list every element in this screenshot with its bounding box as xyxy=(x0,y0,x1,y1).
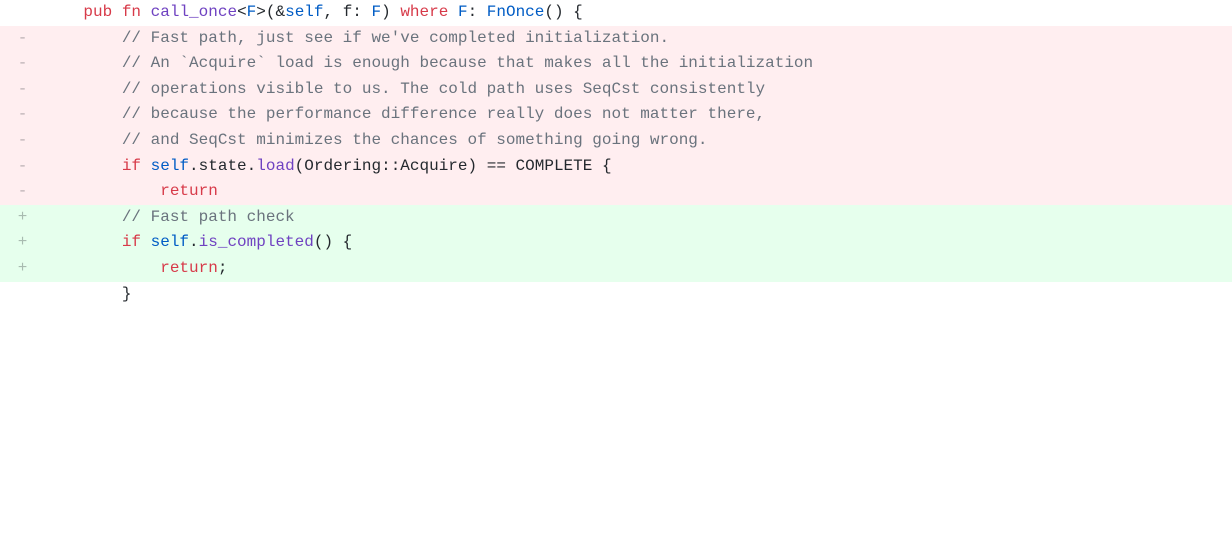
diff-marker: - xyxy=(0,154,45,180)
code-token: . xyxy=(189,233,199,251)
diff-marker: - xyxy=(0,77,45,103)
code-token: Ordering xyxy=(304,157,381,175)
code-token: () { xyxy=(544,3,582,21)
code-content[interactable]: if self.state.load(Ordering::Acquire) ==… xyxy=(45,154,1232,180)
code-token: // and SeqCst minimizes the chances of s… xyxy=(122,131,708,149)
code-token xyxy=(448,3,458,21)
code-content[interactable]: // and SeqCst minimizes the chances of s… xyxy=(45,128,1232,154)
code-token: . xyxy=(247,157,257,175)
diff-marker: - xyxy=(0,128,45,154)
diff-line[interactable]: - // operations visible to us. The cold … xyxy=(0,77,1232,103)
code-content[interactable]: } xyxy=(45,282,1232,308)
code-token: // Fast path, just see if we've complete… xyxy=(122,29,669,47)
diff-marker: + xyxy=(0,256,45,282)
code-token: if xyxy=(122,157,141,175)
code-token: () { xyxy=(314,233,352,251)
code-token xyxy=(112,3,122,21)
diff-marker xyxy=(0,282,45,308)
diff-marker: + xyxy=(0,230,45,256)
code-token: load xyxy=(256,157,294,175)
code-token: if xyxy=(122,233,141,251)
code-token: F xyxy=(372,3,382,21)
code-content[interactable]: if self.is_completed() { xyxy=(45,230,1232,256)
diff-marker xyxy=(0,0,45,26)
diff-line[interactable]: - // and SeqCst minimizes the chances of… xyxy=(0,128,1232,154)
code-token: ; xyxy=(218,259,228,277)
code-token: return xyxy=(160,182,218,200)
code-token: call_once xyxy=(151,3,237,21)
code-token: F xyxy=(458,3,468,21)
code-token: :: xyxy=(381,157,400,175)
code-token: : xyxy=(468,3,487,21)
code-content[interactable]: pub fn call_once<F>(&self, f: F) where F… xyxy=(45,0,1232,26)
code-token xyxy=(141,233,151,251)
code-token: Acquire xyxy=(400,157,467,175)
code-token: >(& xyxy=(256,3,285,21)
code-token: self xyxy=(151,233,189,251)
code-content[interactable]: // because the performance difference re… xyxy=(45,102,1232,128)
code-content[interactable]: // Fast path check xyxy=(45,205,1232,231)
diff-marker: + xyxy=(0,205,45,231)
code-token: fn xyxy=(122,3,141,21)
code-token: { xyxy=(592,157,611,175)
diff-line[interactable]: - return xyxy=(0,179,1232,205)
diff-line[interactable]: + if self.is_completed() { xyxy=(0,230,1232,256)
diff-body: pub fn call_once<F>(&self, f: F) where F… xyxy=(0,0,1232,307)
diff-line[interactable]: - if self.state.load(Ordering::Acquire) … xyxy=(0,154,1232,180)
code-token: pub xyxy=(83,3,112,21)
code-token: ) xyxy=(381,3,400,21)
code-token: ( xyxy=(295,157,305,175)
code-token: < xyxy=(237,3,247,21)
code-token: // An `Acquire` load is enough because t… xyxy=(122,54,813,72)
code-token: return xyxy=(160,259,218,277)
code-token: F xyxy=(247,3,257,21)
code-token: } xyxy=(122,285,132,303)
code-content[interactable]: // Fast path, just see if we've complete… xyxy=(45,26,1232,52)
diff-marker: - xyxy=(0,51,45,77)
code-content[interactable]: return xyxy=(45,179,1232,205)
code-token: COMPLETE xyxy=(516,157,593,175)
diff-line[interactable]: - // because the performance difference … xyxy=(0,102,1232,128)
diff-table: pub fn call_once<F>(&self, f: F) where F… xyxy=(0,0,1232,307)
code-content[interactable]: return; xyxy=(45,256,1232,282)
diff-line[interactable]: + // Fast path check xyxy=(0,205,1232,231)
code-token: self xyxy=(285,3,323,21)
code-token: ) == xyxy=(468,157,516,175)
code-token: // Fast path check xyxy=(122,208,295,226)
code-token: self xyxy=(151,157,189,175)
diff-marker: - xyxy=(0,179,45,205)
code-content[interactable]: // An `Acquire` load is enough because t… xyxy=(45,51,1232,77)
code-token: is_completed xyxy=(199,233,314,251)
code-content[interactable]: // operations visible to us. The cold pa… xyxy=(45,77,1232,103)
code-token: where xyxy=(400,3,448,21)
diff-line[interactable]: pub fn call_once<F>(&self, f: F) where F… xyxy=(0,0,1232,26)
code-token xyxy=(141,157,151,175)
code-token: FnOnce xyxy=(487,3,545,21)
diff-line[interactable]: + return; xyxy=(0,256,1232,282)
code-token: . xyxy=(189,157,199,175)
diff-marker: - xyxy=(0,26,45,52)
diff-line[interactable]: } xyxy=(0,282,1232,308)
code-token: , f: xyxy=(324,3,372,21)
diff-line[interactable]: - // An `Acquire` load is enough because… xyxy=(0,51,1232,77)
code-token: // because the performance difference re… xyxy=(122,105,765,123)
diff-line[interactable]: - // Fast path, just see if we've comple… xyxy=(0,26,1232,52)
code-token xyxy=(141,3,151,21)
diff-marker: - xyxy=(0,102,45,128)
code-token: // operations visible to us. The cold pa… xyxy=(122,80,765,98)
code-token: state xyxy=(199,157,247,175)
